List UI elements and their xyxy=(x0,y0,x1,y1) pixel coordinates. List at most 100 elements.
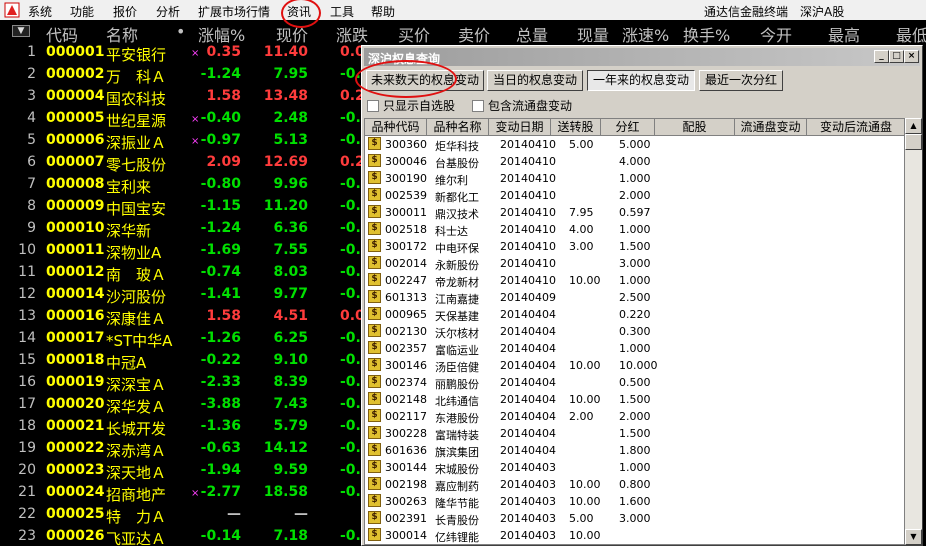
quote-row[interactable]: 8 000009中国宝安 -1.15 11.20 -0.1 xyxy=(0,196,362,218)
dividend-row[interactable]: $002117 东港股份 20140404 2.00 2.000 xyxy=(365,408,904,425)
col-turnover[interactable]: 换手% xyxy=(683,22,730,46)
dividend-name: 帝龙新材 xyxy=(435,276,479,289)
dividend-row[interactable]: $002518 科士达 20140410 4.00 1.000 xyxy=(365,221,904,238)
quote-row[interactable]: 6 000007 零七股份 2.09 12.69 0.2 xyxy=(0,152,362,174)
maximize-icon[interactable]: □ xyxy=(889,50,904,63)
dividend-row[interactable]: $300172 中电环保 20140410 3.00 1.500 xyxy=(365,238,904,255)
dividend-row[interactable]: $300228 富瑞特装 20140404 1.500 xyxy=(365,425,904,442)
menu-quote[interactable]: 报价 xyxy=(113,3,137,20)
quote-row[interactable]: 2 000002 万 科Ａ -1.24 7.95 -0. xyxy=(0,64,362,86)
dollar-icon: $ xyxy=(368,460,381,473)
gcol-float-after[interactable]: 变动后流通盘 xyxy=(807,119,904,136)
menu-extended-market[interactable]: 扩展市场行情 xyxy=(198,3,270,20)
dividend-row[interactable]: $300263 隆华节能 20140403 10.00 1.600 xyxy=(365,493,904,510)
quote-row[interactable]: 22 000025 特 力Ａ — — xyxy=(0,504,362,526)
gcol-dividend[interactable]: 分红 xyxy=(601,119,655,136)
row-number: 6 xyxy=(27,154,36,170)
col-bid[interactable]: 买价 xyxy=(398,22,430,46)
quote-row[interactable]: 15 000018中冠A -0.22 9.10 -0.0 xyxy=(0,350,362,372)
tab-today[interactable]: 当日的权息变动 xyxy=(487,70,583,91)
col-volume[interactable]: 总量 xyxy=(516,22,548,46)
dividend-row[interactable]: $300146 汤臣倍健 20140404 10.00 10.000 xyxy=(365,357,904,374)
gcol-bonus-shares[interactable]: 送转股 xyxy=(551,119,601,136)
quote-row[interactable]: 21000024招商地产×-2.7718.58-0.5 xyxy=(0,482,362,504)
dividend-row[interactable]: $601313 江南嘉捷 20140409 2.500 xyxy=(365,289,904,306)
dividend-row[interactable]: $002247 帝龙新材 20140410 10.00 1.000 xyxy=(365,272,904,289)
dividend-row[interactable]: $002130 沃尔核材 20140404 0.300 xyxy=(365,323,904,340)
dividend-row[interactable]: $002198 嘉应制药 20140403 10.00 0.800 xyxy=(365,476,904,493)
dividend-row[interactable]: $300046 台基股份 20140410 4.000 xyxy=(365,153,904,170)
current-price: 5.79 xyxy=(273,418,308,434)
dividend-row[interactable]: $300144 宋城股份 20140403 1.000 xyxy=(365,459,904,476)
dividend-bonus: 10.00 xyxy=(569,393,601,406)
quote-row[interactable]: 19 000022深赤湾Ａ -0.63 14.12 -0.0 xyxy=(0,438,362,460)
dividend-row[interactable]: $300014 亿纬锂能 20140403 10.00 xyxy=(365,527,904,544)
menu-news[interactable]: 资讯 xyxy=(287,3,311,20)
checkbox-box[interactable] xyxy=(367,100,379,112)
dividend-row[interactable]: $002014 永新股份 20140410 3.000 xyxy=(365,255,904,272)
quote-row[interactable]: 17 000020深华发Ａ -3.88 7.43 -0.3 xyxy=(0,394,362,416)
menu-function[interactable]: 功能 xyxy=(70,3,94,20)
sort-dropdown-icon[interactable]: ▼ xyxy=(12,25,30,37)
minimize-icon[interactable]: _ xyxy=(874,50,889,63)
menu-analysis[interactable]: 分析 xyxy=(156,3,180,20)
scroll-up-icon[interactable]: ▲ xyxy=(905,118,922,134)
quote-row[interactable]: 11 000012南 玻Ａ -0.74 8.03 -0.0 xyxy=(0,262,362,284)
dividend-row[interactable]: $601636 旗滨集团 20140404 1.800 xyxy=(365,442,904,459)
tab-latest-dividend[interactable]: 最近一次分红 xyxy=(699,70,783,91)
col-open[interactable]: 今开 xyxy=(760,22,792,46)
stock-name: 零七股份 xyxy=(106,156,167,174)
dividend-row[interactable]: $002539 新都化工 20140410 2.000 xyxy=(365,187,904,204)
dialog-title-bar[interactable]: 深沪权息查询 _ □ × xyxy=(364,48,920,66)
dividend-row[interactable]: $002357 富临运业 20140404 1.000 xyxy=(365,340,904,357)
gcol-name[interactable]: 品种名称 xyxy=(427,119,489,136)
dividend-row[interactable]: $002374 丽鹏股份 20140404 0.500 xyxy=(365,374,904,391)
scroll-down-icon[interactable]: ▼ xyxy=(905,529,922,545)
col-speed[interactable]: 涨速% xyxy=(622,22,669,46)
quote-row[interactable]: 1 000001 平安银行 × 0.35 11.40 0.0 xyxy=(0,42,362,64)
quote-row[interactable]: 3 000004 国农科技 1.58 13.48 0.2 xyxy=(0,86,362,108)
gcol-rights[interactable]: 配股 xyxy=(655,119,735,136)
change-percent: -0.80 xyxy=(200,176,241,192)
dividend-bonus: 10.00 xyxy=(569,529,601,542)
col-low[interactable]: 最低 xyxy=(896,22,926,46)
col-ask[interactable]: 卖价 xyxy=(458,22,490,46)
checkbox-box[interactable] xyxy=(472,100,484,112)
dividend-code: 300014 xyxy=(385,529,427,542)
dividend-row[interactable]: $002148 北纬通信 20140404 10.00 1.500 xyxy=(365,391,904,408)
dividend-name: 天保基建 xyxy=(435,310,479,323)
tab-past-year[interactable]: 一年来的权息变动 xyxy=(587,70,695,91)
menu-help[interactable]: 帮助 xyxy=(371,3,395,20)
quote-row[interactable]: 5000006深振业Ａ×-0.975.13-0.0 xyxy=(0,130,362,152)
scroll-thumb[interactable] xyxy=(905,134,922,150)
dividend-row[interactable]: $002391 长青股份 20140403 5.00 3.000 xyxy=(365,510,904,527)
current-price: 8.03 xyxy=(273,264,308,280)
quote-row[interactable]: 16 000019深深宝Ａ -2.33 8.39 -0.2 xyxy=(0,372,362,394)
quote-row[interactable]: 18 000021长城开发 -1.36 5.79 -0.0 xyxy=(0,416,362,438)
grid-scrollbar[interactable]: ▲ ▼ xyxy=(905,118,922,545)
quote-row[interactable]: 13 000016 深康佳Ａ 1.58 4.51 0.0 xyxy=(0,306,362,328)
menu-system[interactable]: 系统 xyxy=(28,3,52,20)
quote-row[interactable]: 23 000026飞亚达Ａ -0.14 7.18 -0.0 xyxy=(0,526,362,546)
close-icon[interactable]: × xyxy=(904,50,919,63)
col-high[interactable]: 最高 xyxy=(828,22,860,46)
gcol-code[interactable]: 品种代码 xyxy=(365,119,427,136)
gcol-float-change[interactable]: 流通盘变动 xyxy=(735,119,807,136)
include-float-checkbox[interactable]: 包含流通盘变动 xyxy=(472,97,572,114)
menu-tools[interactable]: 工具 xyxy=(330,3,354,20)
quote-row[interactable]: 7 000008宝利来 -0.80 9.96 -0.0 xyxy=(0,174,362,196)
quote-row[interactable]: 14 000017*ST中华A -1.26 6.25 -0.0 xyxy=(0,328,362,350)
gcol-date[interactable]: 变动日期 xyxy=(489,119,551,136)
quote-row[interactable]: 20 000023深天地Ａ -1.94 9.59 -0.1 xyxy=(0,460,362,482)
quote-row[interactable]: 12 000014沙河股份 -1.41 9.77 -0.1 xyxy=(0,284,362,306)
dividend-row[interactable]: $000965 天保基建 20140404 0.220 xyxy=(365,306,904,323)
tab-future-days[interactable]: 未来数天的权息变动 xyxy=(366,70,484,91)
dividend-row[interactable]: $300011 鼎汉技术 20140410 7.95 0.597 xyxy=(365,204,904,221)
quote-row[interactable]: 9 000010深华新 -1.24 6.36 -0.0 xyxy=(0,218,362,240)
dividend-row[interactable]: $300360 炬华科技 20140410 5.00 5.000 xyxy=(365,136,904,153)
quote-row[interactable]: 4000005世纪星源×-0.402.48-0.0 xyxy=(0,108,362,130)
col-current-volume[interactable]: 现量 xyxy=(577,22,609,46)
dividend-row[interactable]: $300190 维尔利 20140410 1.000 xyxy=(365,170,904,187)
only-watchlist-checkbox[interactable]: 只显示自选股 xyxy=(367,97,455,114)
quote-row[interactable]: 10 000011深物业A -1.69 7.55 -0.1 xyxy=(0,240,362,262)
